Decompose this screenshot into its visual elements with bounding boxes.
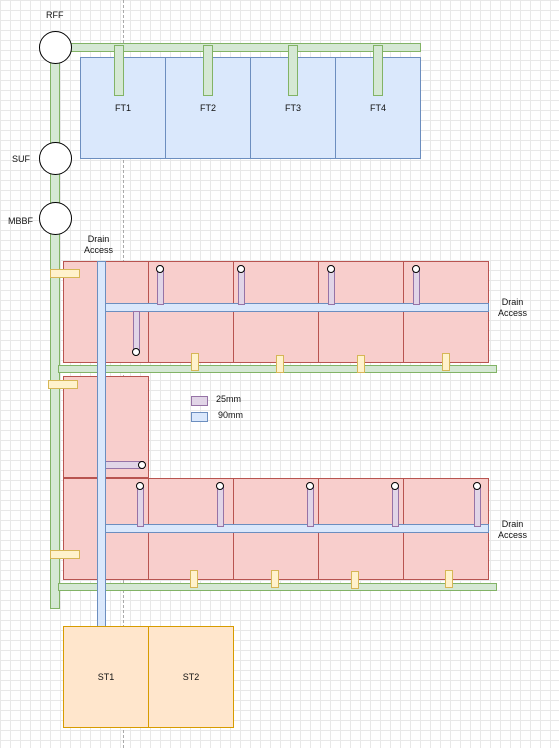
connector-mid-left <box>48 380 78 389</box>
lower-inlet-3 <box>391 482 399 490</box>
lower-inlet-4 <box>473 482 481 490</box>
middle-outlet <box>138 461 146 469</box>
feed-pipe-ft2 <box>203 45 213 96</box>
connector-upper-left <box>50 269 80 278</box>
filter-rff-label: RFF <box>46 10 64 20</box>
connector-lower-left <box>50 550 80 559</box>
legend-large-pipe-swatch <box>191 412 208 422</box>
upper-inlet-0 <box>156 265 164 273</box>
upper-small-pipe-1 <box>238 270 245 305</box>
upper-small-pipe-down <box>133 311 140 352</box>
upper-outlet <box>132 348 140 356</box>
upper-small-pipe-3 <box>413 270 420 305</box>
lower-small-pipe-3 <box>392 487 399 527</box>
legend-small-pipe-swatch <box>191 396 208 406</box>
legend-small-pipe-label: 25mm <box>216 394 242 404</box>
drain-access-top-label: Drain Access <box>84 234 114 255</box>
upper-inlet-3 <box>412 265 420 273</box>
storage-st2: ST2 <box>148 626 234 728</box>
upper-inlet-1 <box>237 265 245 273</box>
lower-small-pipe-4 <box>474 487 481 527</box>
connector-lower-2 <box>351 571 359 589</box>
connector-lower-3 <box>445 570 453 588</box>
connector-upper-0 <box>191 353 199 371</box>
filter-suf-label: SUF <box>12 154 30 164</box>
lower-small-pipe-1 <box>217 487 224 527</box>
lower-inlet-0 <box>136 482 144 490</box>
lower-small-pipe-0 <box>137 487 144 527</box>
connector-upper-3 <box>442 353 450 371</box>
connector-upper-2 <box>357 355 365 373</box>
lower-inlet-1 <box>216 482 224 490</box>
main-vertical-pipe <box>50 48 60 609</box>
feed-pipe-ft1 <box>114 45 124 96</box>
upper-inlet-2 <box>327 265 335 273</box>
legend-large-pipe-label: 90mm <box>218 410 244 420</box>
drain-access-right-upper-label: Drain Access <box>498 297 528 318</box>
feed-pipe-ft4 <box>373 45 383 96</box>
connector-lower-1 <box>271 570 279 588</box>
drain-access-right-lower-label: Drain Access <box>498 519 528 540</box>
feed-pipe-ft3 <box>288 45 298 96</box>
connector-lower-0 <box>190 570 198 588</box>
upper-red-cell-2 <box>233 261 319 363</box>
upper-small-pipe-0 <box>157 270 164 305</box>
lower-inlet-2 <box>306 482 314 490</box>
filter-rff <box>39 31 72 64</box>
storage-st1: ST1 <box>63 626 149 728</box>
filter-mbbf <box>39 202 72 235</box>
lower-small-pipe-2 <box>307 487 314 527</box>
lower-drain-pipe <box>104 524 489 533</box>
main-drain-pipe <box>97 261 106 644</box>
filter-suf <box>39 142 72 175</box>
connector-upper-1 <box>276 355 284 373</box>
filter-mbbf-label: MBBF <box>8 216 34 226</box>
upper-small-pipe-2 <box>328 270 335 305</box>
